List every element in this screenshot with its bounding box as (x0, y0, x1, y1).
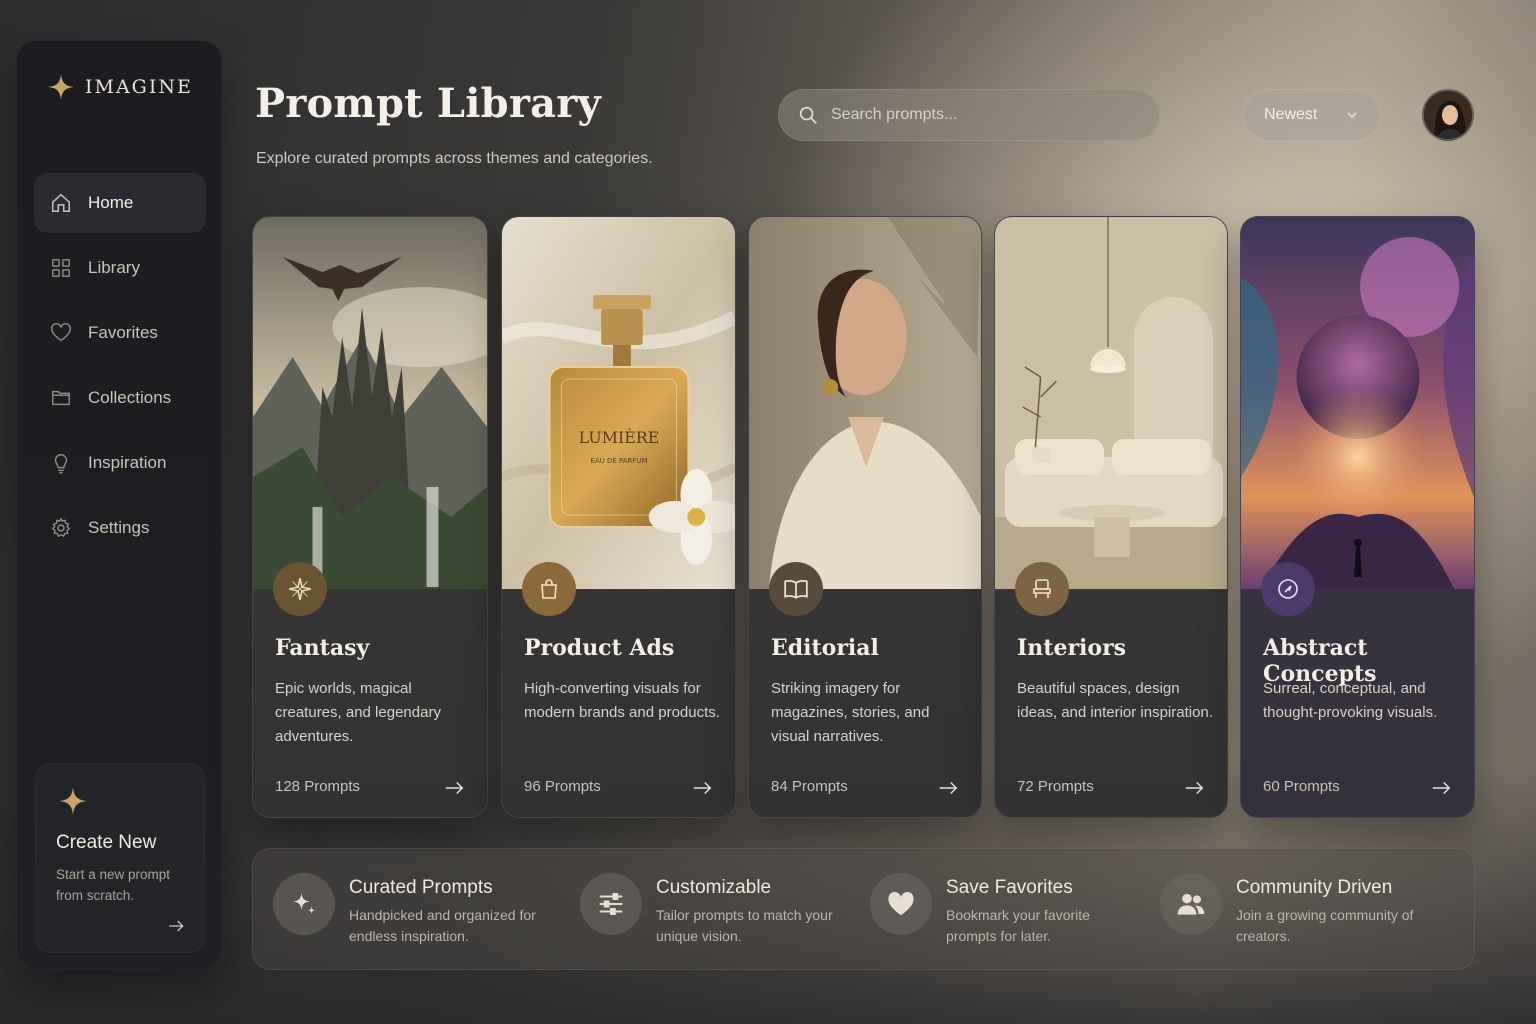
users-icon (1160, 873, 1222, 935)
card-title: Interiors (1017, 635, 1127, 661)
create-new-description: Start a new prompt from scratch. (56, 867, 171, 903)
grid-icon (52, 259, 70, 277)
heart-filled-icon (870, 873, 932, 935)
prompt-count: 72 Prompts (1017, 778, 1094, 795)
sidebar-item-label: Library (88, 258, 140, 277)
features-bar: Curated Prompts Handpicked and organized… (252, 848, 1475, 970)
sort-dropdown[interactable]: Newest (1243, 89, 1381, 141)
search-bar[interactable] (778, 89, 1160, 141)
compass-star-icon (273, 562, 327, 616)
feature-save-favorites: Save Favorites Bookmark your favorite pr… (870, 873, 1136, 947)
sidebar: IMAGINE Home Library Favorites Collectio… (16, 40, 222, 970)
prompt-count: 60 Prompts (1263, 778, 1340, 795)
feature-description: Bookmark your favorite prompts for later… (946, 907, 1090, 944)
sidebar-item-label: Settings (88, 518, 150, 537)
card-title: Editorial (771, 635, 879, 661)
brand-name: IMAGINE (85, 76, 193, 98)
lightbulb-icon (54, 454, 68, 474)
sidebar-item-label: Inspiration (88, 453, 167, 472)
feature-title: Community Driven (1236, 877, 1393, 898)
abstract-art-image (1241, 217, 1474, 589)
arrow-right-icon[interactable] (691, 777, 713, 799)
feature-customizable: Customizable Tailor prompts to match you… (580, 873, 846, 947)
page-subtitle: Explore curated prompts across themes an… (256, 150, 653, 167)
sidebar-item-inspiration[interactable]: Inspiration (34, 433, 206, 493)
compass-icon (1261, 562, 1315, 616)
sidebar-nav: Home Library Favorites Collections Inspi… (34, 173, 206, 563)
star-icon (59, 787, 87, 815)
card-description: Epic worlds, magical creatures, and lege… (275, 680, 441, 745)
sidebar-item-home[interactable]: Home (34, 173, 206, 233)
arrow-right-icon[interactable] (443, 777, 465, 799)
category-card-abstract-concepts[interactable]: Abstract Concepts Surreal, conceptual, a… (1240, 216, 1475, 818)
card-description: High-converting visuals for modern brand… (524, 680, 720, 721)
page-title: Prompt Library (255, 80, 601, 127)
create-new-title: Create New (56, 832, 157, 853)
feature-description: Join a growing community of creators. (1236, 907, 1414, 944)
card-title: Fantasy (275, 635, 370, 661)
perfume-bottle-image: LUMIÈRE EAU DE PARFUM (502, 217, 735, 589)
card-title: Product Ads (524, 635, 675, 661)
category-card-product-ads[interactable]: LUMIÈRE EAU DE PARFUM Product Ads High-c… (501, 216, 736, 818)
fantasy-castle-image (253, 217, 487, 589)
bottle-sublabel: EAU DE PARFUM (591, 457, 648, 465)
search-input[interactable] (831, 106, 1131, 124)
card-description: Surreal, conceptual, and thought-provoki… (1263, 680, 1438, 721)
sidebar-item-collections[interactable]: Collections (34, 368, 206, 428)
chevron-down-icon (1347, 112, 1357, 118)
arrow-right-icon[interactable] (1430, 777, 1452, 799)
chair-icon (1015, 562, 1069, 616)
gear-icon (51, 517, 71, 538)
category-card-fantasy[interactable]: Fantasy Epic worlds, magical creatures, … (252, 216, 488, 818)
prompt-count: 96 Prompts (524, 778, 601, 795)
feature-title: Curated Prompts (349, 877, 493, 898)
interior-room-image (995, 217, 1227, 589)
feature-description: Handpicked and organized for endless ins… (349, 907, 536, 944)
sidebar-item-label: Favorites (88, 323, 158, 342)
arrow-right-icon[interactable] (1183, 777, 1205, 799)
category-card-editorial[interactable]: Editorial Striking imagery for magazines… (748, 216, 982, 818)
feature-title: Customizable (656, 877, 772, 898)
feature-title: Save Favorites (946, 877, 1073, 898)
brand-star-icon (48, 74, 74, 100)
sidebar-item-library[interactable]: Library (34, 238, 206, 298)
sparkles-icon (273, 873, 335, 935)
sidebar-item-favorites[interactable]: Favorites (34, 303, 206, 363)
avatar-portrait (1424, 91, 1472, 139)
sidebar-item-label: Home (88, 193, 134, 212)
sidebar-item-label: Collections (88, 388, 172, 407)
feature-curated-prompts: Curated Prompts Handpicked and organized… (273, 873, 539, 947)
shopping-bag-icon (522, 562, 576, 616)
card-description: Striking imagery for magazines, stories,… (771, 680, 930, 745)
prompt-count: 128 Prompts (275, 778, 361, 795)
editorial-portrait-image (749, 217, 981, 589)
card-description: Beautiful spaces, design ideas, and inte… (1017, 680, 1213, 721)
sidebar-item-settings[interactable]: Settings (34, 498, 206, 558)
feature-community-driven: Community Driven Join a growing communit… (1160, 873, 1426, 947)
user-avatar[interactable] (1422, 89, 1474, 141)
feature-description: Tailor prompts to match your unique visi… (656, 907, 833, 944)
prompt-count: 84 Prompts (771, 778, 848, 795)
search-icon (799, 106, 817, 124)
sliders-icon (580, 873, 642, 935)
folder-icon (52, 390, 70, 406)
bottle-label: LUMIÈRE (579, 427, 660, 447)
home-icon (52, 193, 70, 212)
create-new-card[interactable]: Create New Start a new prompt from scrat… (35, 763, 205, 953)
arrow-right-icon[interactable] (166, 916, 186, 936)
sort-dropdown-value: Newest (1264, 106, 1318, 123)
brand[interactable]: IMAGINE (47, 73, 193, 101)
arrow-right-icon[interactable] (937, 777, 959, 799)
heart-icon (51, 323, 71, 342)
category-card-interiors[interactable]: Interiors Beautiful spaces, design ideas… (994, 216, 1228, 818)
book-icon (769, 562, 823, 616)
